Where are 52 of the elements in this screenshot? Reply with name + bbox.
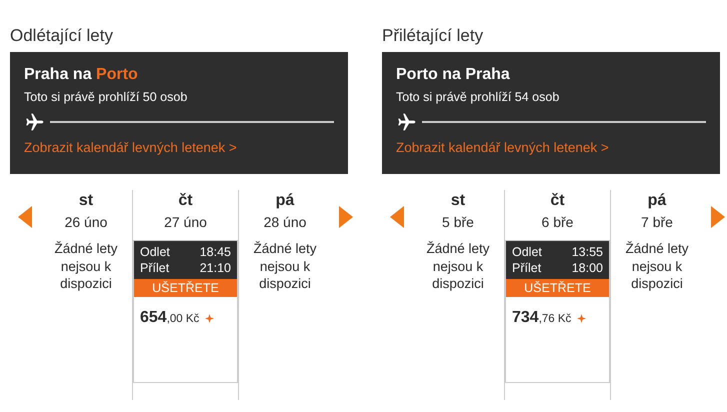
- arrival-time: 18:00: [572, 261, 603, 275]
- viewers-text: Toto si právě prohlíží 50 osob: [24, 90, 188, 104]
- day-column[interactable]: čt 6 bře Odlet 13:55 Přílet 18:00 UŠETŘETE 734,76 Kč: [504, 190, 611, 400]
- arrival-label: Přílet: [512, 261, 542, 275]
- departure-label: Odlet: [140, 245, 171, 259]
- airplane-icon: [396, 112, 418, 132]
- weekday: st: [78, 192, 94, 210]
- viewers-text: Toto si právě prohlíží 54 osob: [396, 90, 560, 104]
- weekday: čt: [550, 192, 565, 210]
- no-flights-text: Žádné lety nejsou k dispozici: [252, 240, 318, 293]
- airplane-icon: [24, 112, 46, 132]
- previous-arrow-icon[interactable]: [390, 206, 404, 228]
- route-title: Praha na Porto: [24, 66, 139, 84]
- sparkle-icon: [205, 314, 214, 322]
- date: 27 úno: [164, 214, 207, 230]
- price: 654,00 Kč: [140, 309, 200, 327]
- arrival-label: Přílet: [140, 261, 170, 275]
- weekday: pá: [648, 192, 666, 210]
- day-column[interactable]: pá 28 úno Žádné lety nejsou k dispozici: [239, 190, 331, 400]
- date: 26 úno: [64, 214, 108, 230]
- departure-label: Odlet: [512, 245, 543, 259]
- weekday: čt: [178, 192, 193, 210]
- save-banner: UŠETŘETE: [134, 279, 237, 297]
- price: 734,76 Kč: [512, 309, 572, 327]
- arrival-time: 21:10: [200, 261, 231, 275]
- date: 7 bře: [641, 214, 673, 230]
- save-banner: UŠETŘETE: [506, 279, 609, 297]
- sparkle-icon: [577, 314, 586, 322]
- date: 6 bře: [542, 214, 574, 230]
- date: 28 úno: [264, 214, 306, 230]
- previous-arrow-icon[interactable]: [18, 206, 32, 228]
- weekday: pá: [276, 192, 294, 210]
- section-heading: Přilétající lety: [382, 26, 484, 46]
- day-column[interactable]: st 26 úno Žádné lety nejsou k dispozici: [40, 190, 132, 400]
- section-heading: Odlétající lety: [10, 26, 114, 46]
- next-arrow-icon[interactable]: [711, 206, 725, 228]
- flight-card[interactable]: Odlet 13:55 Přílet 18:00 UŠETŘETE 734,76 Kč: [505, 240, 610, 383]
- no-flights-text: Žádné lety nejsou k dispozici: [624, 240, 690, 293]
- no-flights-text: Žádné lety nejsou k dispozici: [53, 240, 119, 293]
- day-column[interactable]: pá 7 bře Žádné lety nejsou k dispozici: [611, 190, 703, 400]
- route-title: Porto na Praha: [396, 66, 511, 84]
- departure-time: 13:55: [572, 245, 603, 259]
- flight-card[interactable]: Odlet 18:45 Přílet 21:10 UŠETŘETE 654,00 Kč: [133, 240, 238, 383]
- no-flights-text: Žádné lety nejsou k dispozici: [425, 240, 491, 293]
- cheap-calendar-link[interactable]: Zobrazit kalendář levných letenek >: [24, 140, 237, 155]
- day-column[interactable]: st 5 bře Žádné lety nejsou k dispozici: [412, 190, 504, 400]
- date: 5 bře: [442, 214, 474, 230]
- cheap-calendar-link[interactable]: Zobrazit kalendář levných letenek >: [396, 140, 609, 155]
- day-column[interactable]: čt 27 úno Odlet 18:45 Přílet 21:10 UŠETŘETE 654,00 Kč: [132, 190, 239, 400]
- departure-time: 18:45: [200, 245, 231, 259]
- weekday: st: [450, 192, 466, 210]
- next-arrow-icon[interactable]: [339, 206, 353, 228]
